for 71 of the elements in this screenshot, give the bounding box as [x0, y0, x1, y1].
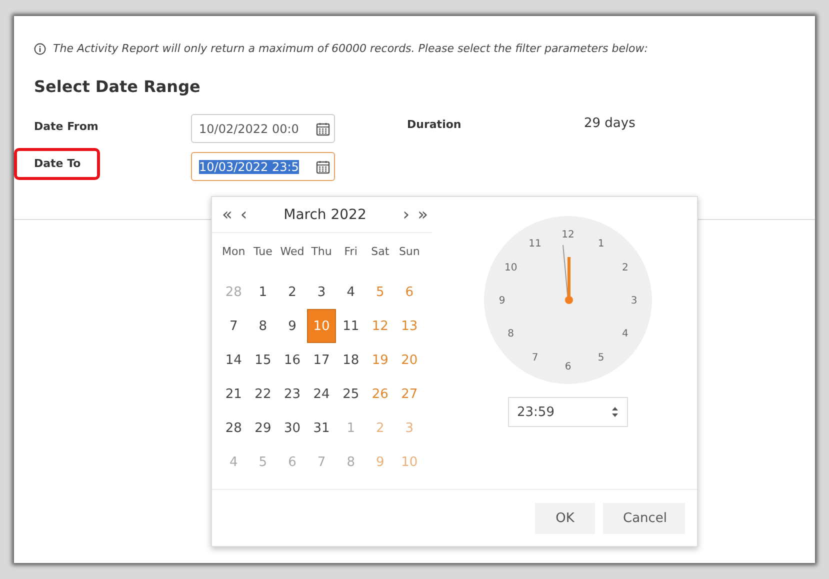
day-cell[interactable]: 23: [278, 377, 307, 411]
time-field[interactable]: 23:59: [508, 397, 628, 427]
day-cell[interactable]: 8: [248, 309, 278, 343]
day-cell[interactable]: 25: [336, 377, 366, 411]
clock-number[interactable]: 6: [564, 362, 572, 372]
field-label: Date To: [14, 148, 100, 180]
weekday-label: Sat: [370, 244, 390, 260]
info-icon: [34, 42, 46, 54]
weekday-label: Thu: [310, 244, 333, 260]
day-cell[interactable]: 6: [394, 275, 424, 309]
day-cell[interactable]: 1: [248, 275, 278, 309]
field-label: Date From: [34, 120, 98, 133]
day-cell[interactable]: 3: [306, 275, 336, 309]
clock-number[interactable]: 7: [532, 352, 538, 364]
day-cell[interactable]: 27: [394, 377, 424, 411]
weekday-label: Fri: [343, 244, 358, 260]
weekday-label: Tue: [252, 244, 274, 260]
next-button[interactable]: ›: [398, 204, 414, 224]
clock-number[interactable]: 3: [630, 296, 638, 306]
duration-value: 29 days: [584, 116, 636, 133]
spinner-icon[interactable]: [611, 406, 619, 418]
day-cell[interactable]: 26: [365, 377, 395, 411]
day-cell[interactable]: 15: [248, 343, 278, 377]
day-cell[interactable]: 18: [336, 343, 366, 377]
clock-number[interactable]: 11: [528, 238, 542, 250]
prev-button[interactable]: ‹: [236, 204, 252, 224]
calendar-icon[interactable]: [316, 122, 330, 136]
clock-hands-drawing: [562, 244, 573, 304]
dialog-button[interactable]: OK: [535, 502, 595, 534]
duration-label: Duration: [407, 118, 462, 133]
day-cell[interactable]: 12: [365, 309, 395, 343]
clock-number[interactable]: 5: [598, 352, 604, 364]
day-cell[interactable]: 24: [306, 377, 336, 411]
date-field[interactable]: 10/03/2022 23:5: [191, 152, 335, 181]
day-cell[interactable]: 11: [336, 309, 366, 343]
day-cell[interactable]: 22: [248, 377, 278, 411]
clock-number[interactable]: 9: [498, 296, 506, 306]
last-button[interactable]: »: [414, 204, 432, 224]
day-cell[interactable]: 17: [306, 343, 336, 377]
clock-number[interactable]: 1: [598, 238, 604, 250]
notice-text: The Activity Report will only return a maximum of 60000 records. Please select the filter parameters below:: [53, 42, 648, 55]
day-cell[interactable]: 30: [278, 411, 307, 445]
day-cell[interactable]: 21: [219, 377, 248, 411]
day-cell[interactable]: 10: [306, 309, 336, 343]
weekday-label: Mon: [221, 244, 246, 260]
clock-number[interactable]: 4: [622, 328, 628, 340]
day-cell[interactable]: 5: [365, 275, 395, 309]
clock-number[interactable]: 8: [508, 328, 514, 340]
day-cell[interactable]: 20: [394, 343, 424, 377]
clock-number[interactable]: 10: [504, 262, 518, 274]
date-field[interactable]: 10/02/2022 00:0: [191, 114, 335, 143]
day-cell[interactable]: 16: [278, 343, 307, 377]
day-cell[interactable]: 28: [219, 411, 248, 445]
weekday-label: Sun: [398, 244, 421, 260]
section-heading: Select Date Range: [34, 77, 202, 96]
day-cell[interactable]: 9: [278, 309, 307, 343]
dialog-button[interactable]: Cancel: [603, 502, 685, 534]
month-title: March 2022: [282, 206, 368, 222]
day-cell[interactable]: 2: [278, 275, 307, 309]
day-cell[interactable]: 13: [394, 309, 424, 343]
day-cell[interactable]: 4: [336, 275, 366, 309]
day-cell[interactable]: 7: [219, 309, 248, 343]
clock-number[interactable]: 12: [562, 230, 574, 240]
day-cell[interactable]: 31: [306, 411, 336, 445]
weekday-label: Wed: [279, 244, 306, 260]
first-button[interactable]: «: [218, 204, 236, 224]
clock-number[interactable]: 2: [622, 262, 628, 274]
day-cell[interactable]: 29: [248, 411, 278, 445]
calendar-icon[interactable]: [316, 160, 330, 174]
day-cell[interactable]: 19: [365, 343, 395, 377]
day-cell[interactable]: 14: [219, 343, 248, 377]
